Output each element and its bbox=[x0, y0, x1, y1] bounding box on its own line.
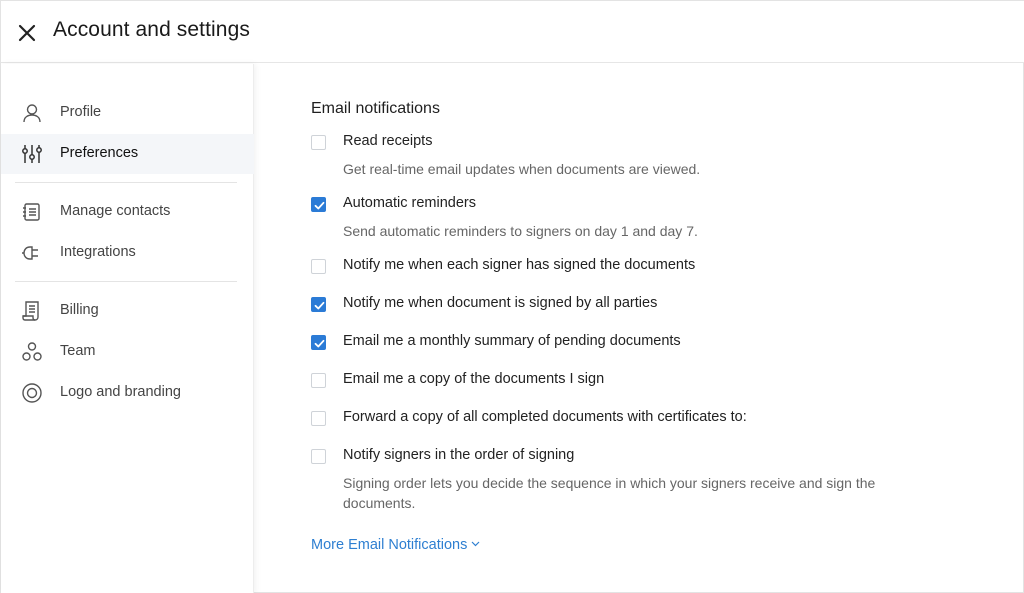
checkmark-icon bbox=[314, 301, 325, 310]
forward-completed-checkbox[interactable] bbox=[311, 411, 326, 426]
sidebar-divider bbox=[15, 281, 237, 282]
option-description: Get real-time email updates when documen… bbox=[343, 161, 701, 177]
receipt-icon bbox=[21, 300, 43, 322]
sidebar-item-label: Logo and branding bbox=[60, 384, 181, 400]
sidebar-item-profile[interactable]: Profile bbox=[1, 93, 254, 133]
option-label: Notify me when each signer has signed th… bbox=[343, 257, 696, 273]
read-receipts-checkbox[interactable] bbox=[311, 135, 326, 150]
option-label: Forward a copy of all completed document… bbox=[343, 409, 747, 425]
contacts-book-icon bbox=[21, 201, 43, 223]
more-email-notifications-link[interactable]: More Email Notifications bbox=[311, 535, 480, 553]
sidebar-item-label: Preferences bbox=[60, 145, 139, 161]
option-label: Notify signers in the order of signing bbox=[343, 447, 575, 463]
option-label: Automatic reminders bbox=[343, 195, 476, 211]
close-icon[interactable] bbox=[15, 21, 39, 45]
option-description: Send automatic reminders to signers on d… bbox=[343, 223, 698, 239]
settings-sidebar: Profile Preferences Manage contacts Inte… bbox=[1, 64, 254, 593]
plug-icon bbox=[21, 242, 43, 264]
checkmark-icon bbox=[314, 339, 325, 348]
page-title: Account and settings bbox=[53, 18, 250, 41]
team-icon bbox=[21, 341, 43, 363]
user-icon bbox=[21, 102, 43, 124]
section-title: Email notifications bbox=[311, 100, 440, 117]
sidebar-item-integrations[interactable]: Integrations bbox=[1, 233, 254, 273]
sidebar-item-preferences[interactable]: Preferences bbox=[1, 134, 254, 174]
sidebar-divider bbox=[15, 182, 237, 183]
notify-all-parties-checkbox[interactable] bbox=[311, 297, 326, 312]
option-label: Email me a monthly summary of pending do… bbox=[343, 333, 681, 349]
sidebar-item-label: Profile bbox=[60, 104, 102, 120]
settings-window: Account and settings Profile Preferences… bbox=[0, 0, 1024, 593]
sidebar-item-label: Billing bbox=[60, 302, 99, 318]
sidebar-item-manage-contacts[interactable]: Manage contacts bbox=[1, 192, 254, 232]
sidebar-item-label: Manage contacts bbox=[60, 203, 171, 219]
chevron-down-icon bbox=[471, 535, 480, 551]
option-label: Email me a copy of the documents I sign bbox=[343, 371, 605, 387]
sidebar-item-team[interactable]: Team bbox=[1, 332, 254, 372]
signing-order-checkbox[interactable] bbox=[311, 449, 326, 464]
more-link-label: More Email Notifications bbox=[311, 537, 468, 553]
automatic-reminders-checkbox[interactable] bbox=[311, 197, 326, 212]
sidebar-item-billing[interactable]: Billing bbox=[1, 291, 254, 331]
notify-each-signer-checkbox[interactable] bbox=[311, 259, 326, 274]
email-copy-checkbox[interactable] bbox=[311, 373, 326, 388]
monthly-summary-checkbox[interactable] bbox=[311, 335, 326, 350]
option-label: Read receipts bbox=[343, 133, 433, 149]
option-label: Notify me when document is signed by all… bbox=[343, 295, 658, 311]
sidebar-item-logo-and-branding[interactable]: Logo and branding bbox=[1, 373, 254, 413]
header-bar: Account and settings bbox=[1, 1, 1024, 63]
option-description: Signing order lets you decide the sequen… bbox=[343, 475, 876, 511]
sliders-icon bbox=[21, 143, 43, 165]
branding-circle-icon bbox=[21, 382, 43, 404]
preferences-panel: Email notifications Read receipts Get re… bbox=[255, 64, 1023, 592]
checkmark-icon bbox=[314, 201, 325, 210]
sidebar-item-label: Integrations bbox=[60, 244, 136, 260]
sidebar-item-label: Team bbox=[60, 343, 96, 359]
